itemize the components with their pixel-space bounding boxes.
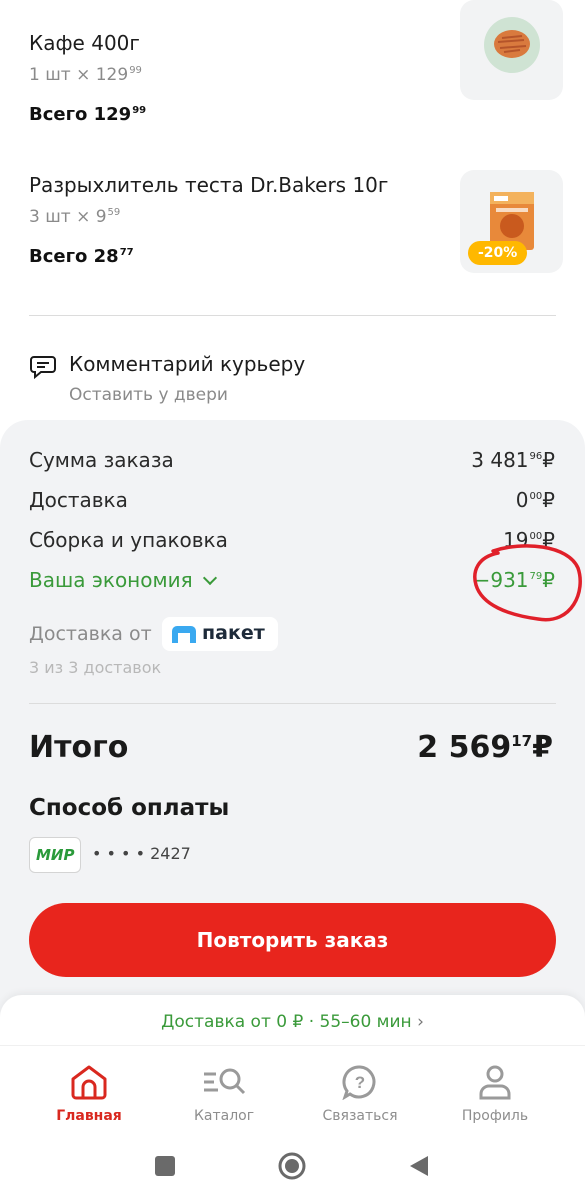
comment-title: Комментарий курьеру [69,352,306,376]
total-label: Итого [29,730,129,765]
catalog-search-icon [204,1068,246,1095]
divider [29,315,556,316]
chevron-down-icon [202,570,217,586]
home-button[interactable] [277,1151,307,1181]
back-button[interactable] [408,1154,430,1178]
product-quantity: 1 шт × 12999 [29,65,142,85]
order-sum-label: Сумма заказа [29,448,174,472]
tab-home[interactable]: Главная [29,1064,149,1124]
delivery-promo-banner[interactable]: Доставка от 0 ₽ · 55–60 мин › [0,995,585,1050]
packing-label: Сборка и упаковка [29,528,228,552]
mir-card-icon[interactable]: МИР [29,837,81,873]
recent-apps-button[interactable] [155,1156,175,1176]
tab-catalog[interactable]: Каталог [164,1064,284,1124]
delivery-value: 000₽ [515,488,555,512]
profile-icon [479,1065,511,1100]
discount-badge: -20% [468,241,528,265]
product-total: Всего 2877 [29,246,134,267]
product-name: Разрыхлитель теста Dr.Bakers 10г [29,173,389,197]
chevron-right-icon: › [417,1012,424,1032]
divider [29,703,556,704]
total-value: 2 56917₽ [417,730,553,765]
product-total: Всего 12999 [29,104,147,125]
comment-icon [30,356,56,380]
card-number: • • • • 2427 [92,844,191,863]
help-icon: ? [342,1065,376,1100]
repeat-order-button[interactable]: Повторить заказ [29,903,556,977]
system-nav-bar [0,1135,585,1200]
bottom-tab-bar: Главная Каталог ? Связаться Профиль [0,1045,585,1135]
order-sum-value: 3 48196₽ [471,448,555,472]
svg-text:?: ? [355,1073,365,1092]
delivery-count: 3 из 3 доставок [29,658,162,677]
delivery-partner-label: Доставка от [29,623,152,645]
tab-profile[interactable]: Профиль [435,1064,555,1124]
comment-subtitle: Оставить у двери [69,385,228,405]
red-annotation-circle [473,544,582,622]
product-quantity: 3 шт × 959 [29,207,121,227]
payment-method-title: Способ оплаты [29,795,230,821]
product-image: -20% [460,170,563,273]
delivery-label: Доставка [29,488,128,512]
promo-text: Доставка от 0 ₽ · 55–60 мин [161,1012,412,1032]
savings-toggle[interactable]: Ваша экономия [29,568,217,592]
paket-logo: пакет [162,617,278,651]
home-icon [71,1065,107,1100]
product-image [460,0,563,100]
product-name: Кафе 400г [29,31,140,55]
tab-contact[interactable]: ? Связаться [300,1064,420,1124]
